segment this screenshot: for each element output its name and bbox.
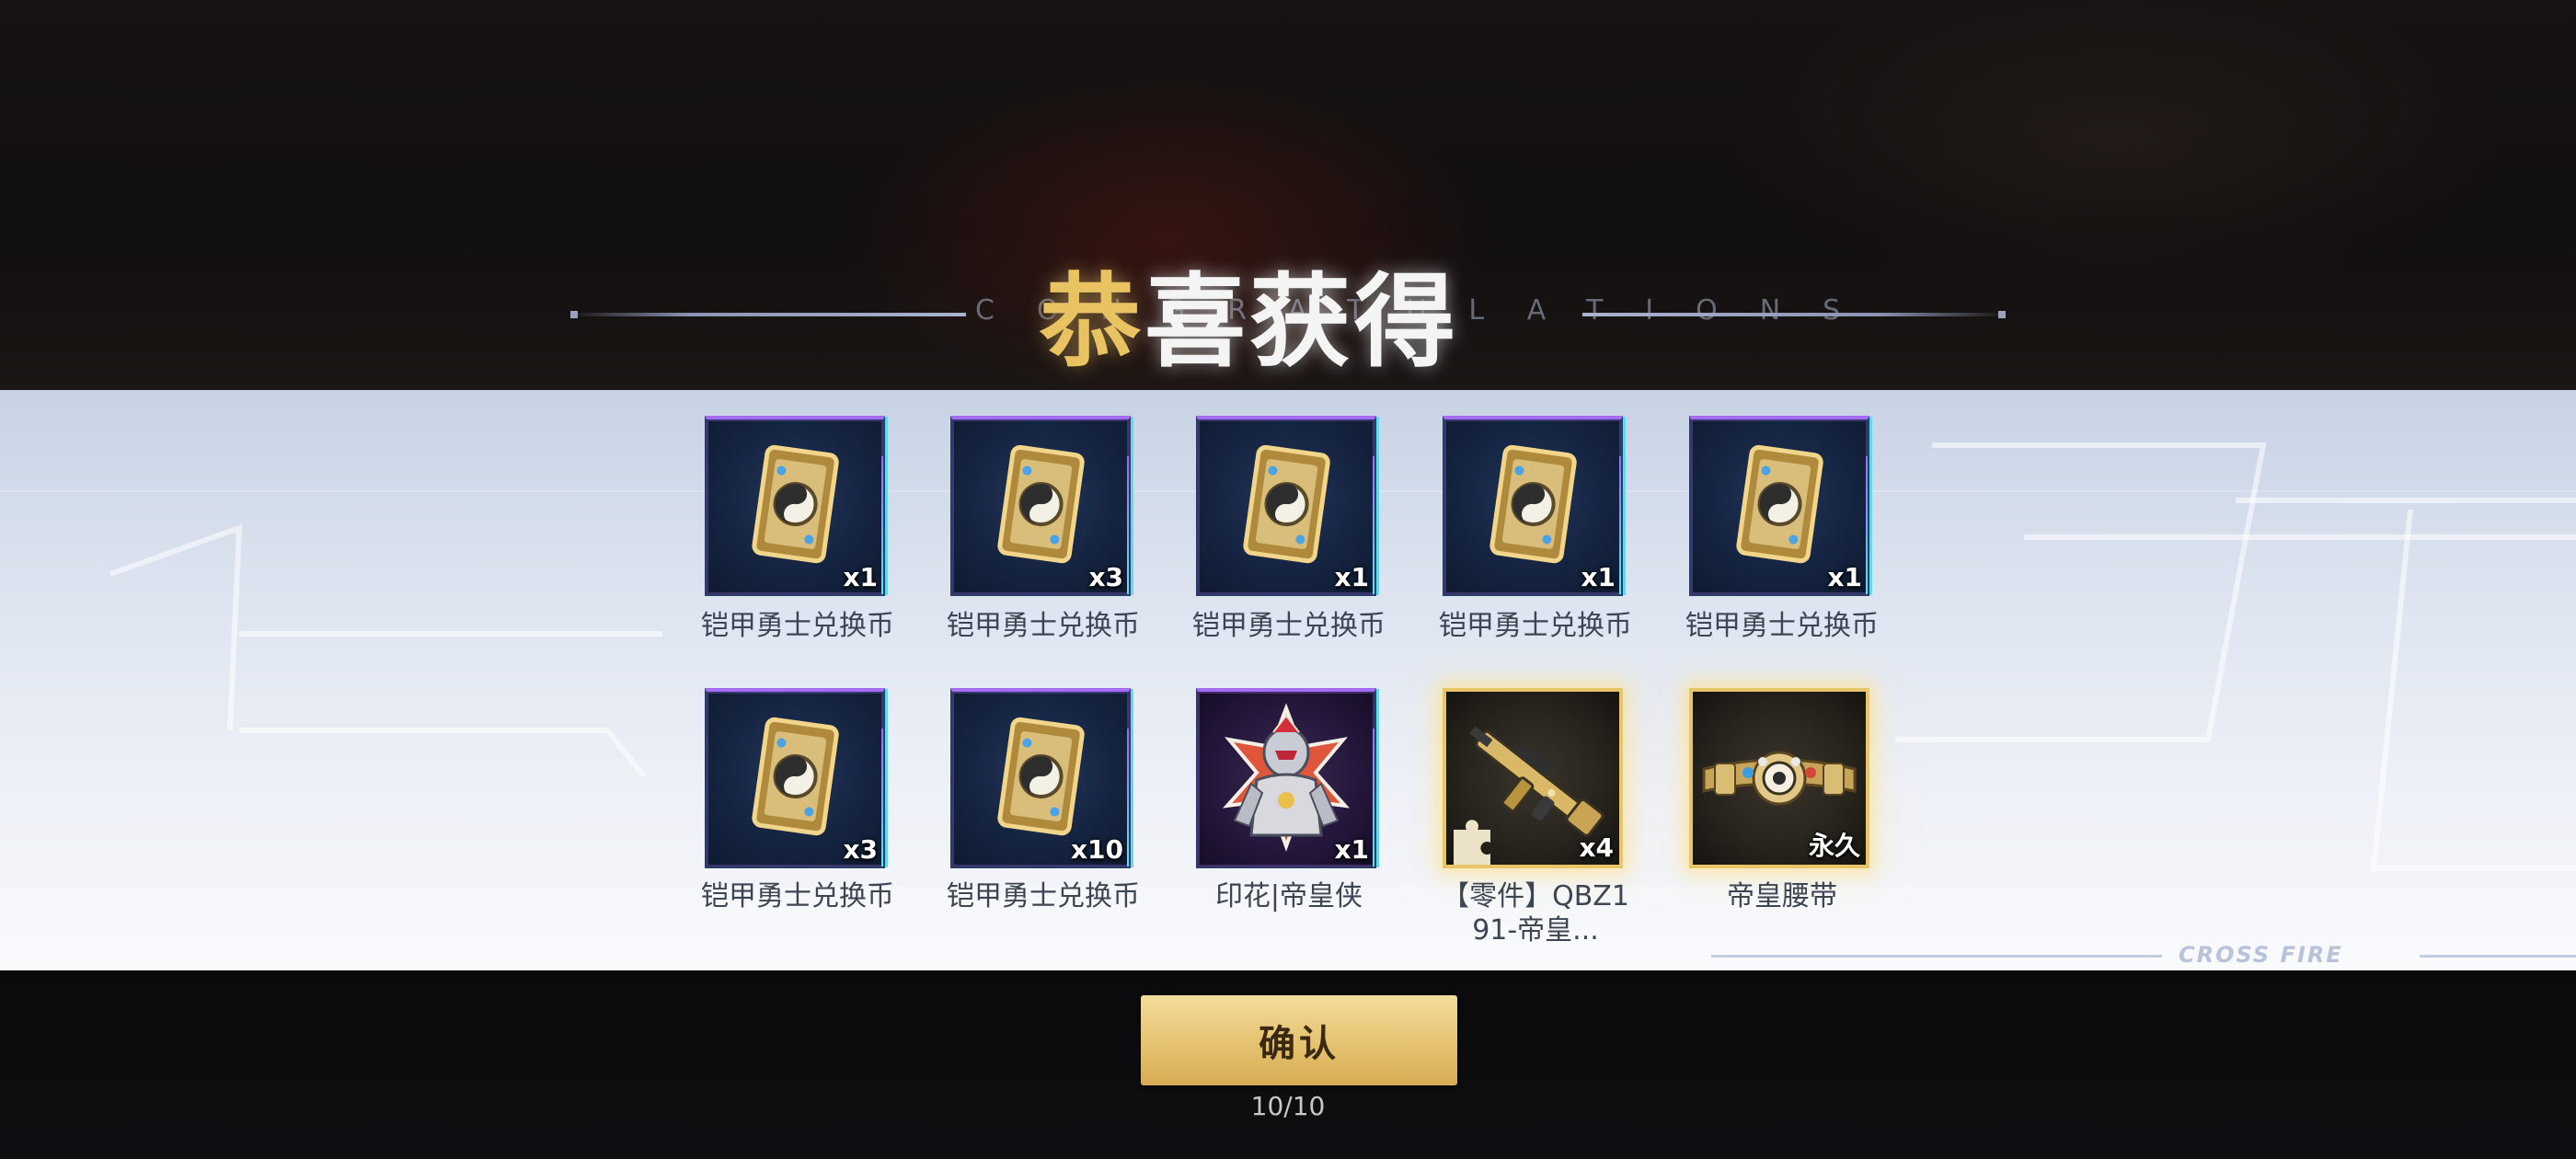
item-name: 印花|帝皇侠 [1214, 880, 1363, 912]
reward-item-card[interactable]: x1 [705, 416, 885, 596]
brand-logo: CROSS FIRE [2179, 942, 2343, 968]
item-quantity: x3 [843, 834, 878, 865]
item-name: 铠甲勇士兑换币 [947, 610, 1140, 642]
item-name: 铠甲勇士兑换币 [701, 610, 894, 642]
item-quantity: 永久 [1808, 831, 1860, 861]
reward-item-card[interactable]: x1 [1196, 416, 1376, 596]
item-quantity: x1 [1827, 562, 1862, 592]
reward-item-card[interactable]: x3 [950, 416, 1131, 596]
reward-item-card[interactable]: x1 [1443, 416, 1623, 596]
item-quantity: x4 [1579, 832, 1614, 863]
item-name: 帝皇腰带 [1727, 880, 1837, 912]
item-quantity: x3 [1088, 562, 1123, 592]
item-name: 铠甲勇士兑换币 [947, 880, 1140, 912]
item-name: 铠甲勇士兑换币 [1192, 610, 1386, 642]
reward-item-card[interactable]: x1 [1689, 416, 1869, 596]
reward-grid: x1 铠甲勇士兑换币 x3 铠甲勇士兑换币 x1 铠甲勇士兑换币 x1 铠甲勇士… [0, 0, 2576, 1159]
reward-item-card[interactable]: 永久 [1689, 688, 1869, 868]
brand-line [1711, 955, 2162, 958]
item-name: 铠甲勇士兑换币 [1439, 610, 1632, 642]
item-name: 【零件】QBZ191-帝皇... [1442, 880, 1629, 947]
reward-item-card[interactable]: x4 [1443, 688, 1623, 868]
item-quantity: x1 [1334, 562, 1369, 592]
reward-item-card[interactable]: x10 [950, 688, 1131, 868]
item-quantity: x1 [1334, 834, 1369, 865]
item-name: 铠甲勇士兑换币 [701, 880, 894, 912]
confirm-button[interactable]: 确认 [1141, 995, 1457, 1085]
item-quantity: x1 [1581, 562, 1616, 592]
reward-progress: 10/10 [1250, 1091, 1326, 1121]
item-quantity: x10 [1070, 834, 1123, 865]
item-quantity: x1 [843, 562, 878, 592]
reward-item-card[interactable]: x1 [1196, 688, 1376, 868]
item-name: 铠甲勇士兑换币 [1685, 610, 1879, 642]
brand-line [2420, 955, 2576, 958]
reward-item-card[interactable]: x3 [705, 688, 885, 868]
